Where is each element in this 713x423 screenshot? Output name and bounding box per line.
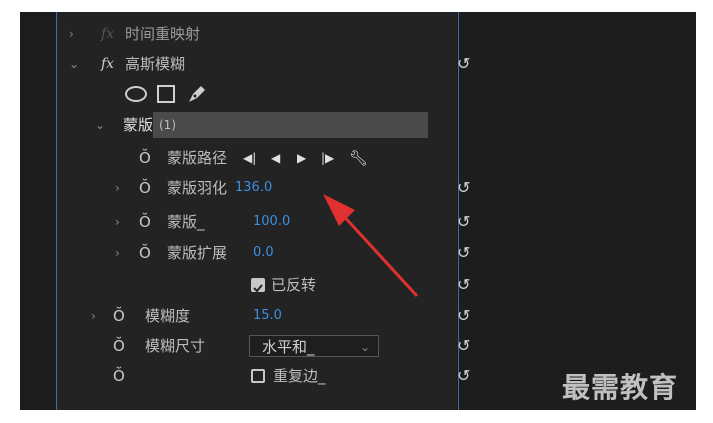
reset-icon[interactable]: ↺ <box>457 176 470 200</box>
reset-icon[interactable]: ↺ <box>457 304 470 328</box>
reset-icon[interactable]: ↺ <box>457 334 470 358</box>
reset-icon[interactable]: ↺ <box>457 241 470 265</box>
watermark: 最需教育 <box>562 371 679 404</box>
annotation-arrow <box>323 194 419 298</box>
reset-icon[interactable]: ↺ <box>457 210 470 234</box>
effect-list: › fx 时间重映射 ⌄ fx 高斯模糊 ↺ ⌄ 蒙版 (1) Ŏ 蒙版路径 ◀… <box>56 12 470 410</box>
reset-icon[interactable]: ↺ <box>457 364 470 388</box>
reset-icon[interactable]: ↺ <box>457 273 470 297</box>
reset-icon[interactable]: ↺ <box>457 52 470 76</box>
effect-controls-panel: › fx 时间重映射 ⌄ fx 高斯模糊 ↺ ⌄ 蒙版 (1) Ŏ 蒙版路径 ◀… <box>20 12 696 410</box>
timeline-area <box>458 12 696 410</box>
